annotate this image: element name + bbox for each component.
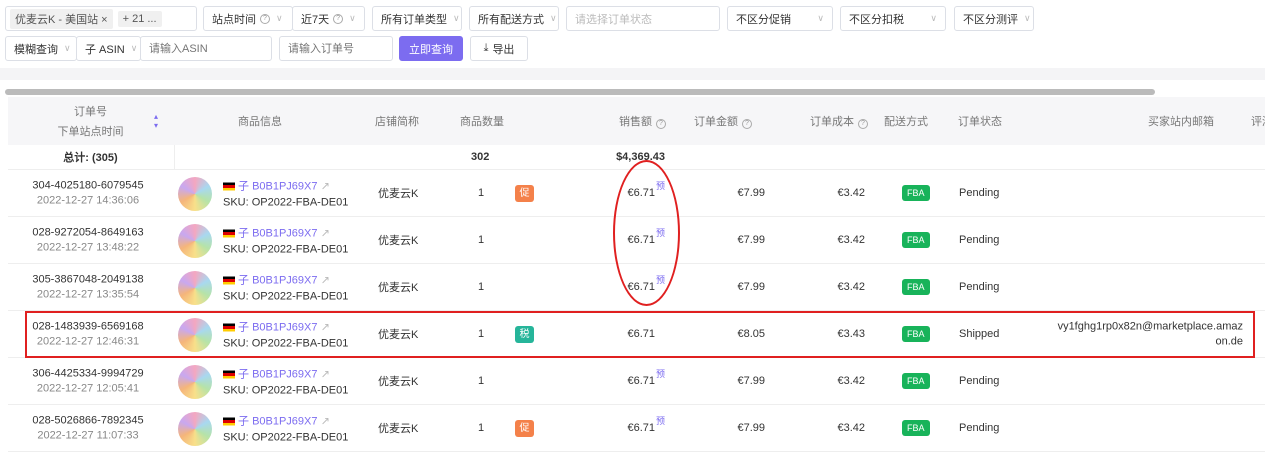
delivery-badge: FBA (902, 373, 930, 389)
order-status: Pending (959, 375, 1000, 387)
delivery-badge: FBA (902, 420, 930, 436)
germany-flag-icon (223, 182, 235, 191)
delivery-header: 配送方式 (884, 116, 928, 128)
order-status: Pending (959, 234, 1000, 246)
delivery-badge: FBA (902, 279, 930, 295)
time-type-select[interactable]: 站点时间? ∨ (203, 6, 293, 31)
delivery-badge: FBA (902, 232, 930, 248)
order-status: Pending (959, 281, 1000, 293)
help-icon: ? (858, 119, 868, 129)
estimate-marker: 预 (656, 369, 666, 379)
qty-header: 商品数量 (460, 116, 504, 128)
help-icon: ? (260, 13, 270, 24)
help-icon: ? (656, 119, 666, 129)
external-link-icon[interactable]: ↗ (321, 369, 330, 381)
product-info: 子 B0B1PJ69X7 ↗ SKU: OP2022-FBA-DE01 (223, 274, 349, 303)
germany-flag-icon (223, 417, 235, 426)
annotation-ellipse (613, 160, 680, 306)
external-link-icon[interactable]: ↗ (321, 275, 330, 287)
order-type-select[interactable]: 所有订单类型 ∨ (372, 6, 462, 31)
review-header: 评测 (1251, 116, 1265, 128)
external-link-icon[interactable]: ↗ (321, 416, 330, 428)
product-header: 商品信息 (238, 116, 282, 128)
store-tag[interactable]: 优麦云K - 美国站 × (10, 8, 113, 29)
estimate-marker: 预 (656, 416, 666, 426)
chevron-down-icon: ∨ (453, 13, 460, 23)
order-cell: 028-5026866-7892345 2022-12-27 11:07:33 (18, 415, 158, 442)
query-button[interactable]: 立即查询 (399, 36, 463, 61)
order-number-input[interactable] (279, 36, 393, 61)
asin-link[interactable]: B0B1PJ69X7 (252, 416, 317, 428)
download-icon: ⤓ (483, 42, 489, 54)
order-number[interactable]: 306-4425334-9994729 (18, 368, 158, 380)
divider (0, 68, 1265, 80)
order-status: Pending (959, 187, 1000, 199)
asin-link[interactable]: B0B1PJ69X7 (252, 275, 317, 287)
cost-header: 订单成本? (810, 113, 868, 129)
order-amount-header: 订单金额? (694, 113, 752, 129)
chevron-down-icon: ∨ (550, 13, 557, 23)
product-info: 子 B0B1PJ69X7 ↗ SKU: OP2022-FBA-DE01 (223, 227, 349, 256)
help-icon: ? (333, 13, 344, 24)
germany-flag-icon (223, 276, 235, 285)
sort-icon[interactable]: ▴ ▾ (154, 112, 158, 130)
order-cell: 306-4425334-9994729 2022-12-27 12:05:41 (18, 368, 158, 395)
help-icon: ? (742, 119, 752, 129)
germany-flag-icon (223, 229, 235, 238)
store-header: 店铺简称 (375, 116, 419, 128)
export-button[interactable]: ⤓ 导出 (470, 36, 528, 61)
tag-badge: 促 (515, 185, 534, 202)
order-number[interactable]: 304-4025180-6079545 (18, 180, 158, 192)
more-stores-tag[interactable]: + 21 ... (117, 10, 162, 27)
external-link-icon[interactable]: ↗ (321, 181, 330, 193)
sales-header: 销售额? (619, 113, 666, 129)
product-image (178, 271, 212, 305)
table-header: 订单号 下单站点时间 ▴ ▾ 商品信息 店铺简称 商品数量 销售额? 订单金额? 订… (8, 97, 1265, 145)
chevron-down-icon: ∨ (930, 13, 937, 23)
annotation-rectangle (25, 311, 1255, 358)
status-header: 订单状态 (958, 116, 1002, 128)
chevron-down-icon: ∨ (64, 43, 71, 53)
order-cell: 305-3867048-2049138 2022-12-27 13:35:54 (18, 274, 158, 301)
horizontal-scrollbar[interactable] (5, 89, 1155, 95)
chevron-down-icon: ∨ (130, 43, 138, 53)
delivery-badge: FBA (902, 185, 930, 201)
product-image (178, 365, 212, 399)
order-number[interactable]: 028-9272054-8649163 (18, 227, 158, 239)
order-status: Pending (959, 422, 1000, 434)
chevron-down-icon: ∨ (1024, 13, 1031, 23)
search-mode-select[interactable]: 模糊查询 ∨ (5, 36, 77, 61)
time-range-select[interactable]: 近7天? ∨ (292, 6, 365, 31)
asin-link[interactable]: B0B1PJ69X7 (252, 369, 317, 381)
order-cell: 028-9272054-8649163 2022-12-27 13:48:22 (18, 227, 158, 254)
germany-flag-icon (223, 370, 235, 379)
review-select[interactable]: 不区分测评 ∨ (954, 6, 1034, 31)
product-image (178, 412, 212, 446)
promo-select[interactable]: 不区分促销 ∨ (727, 6, 833, 31)
product-info: 子 B0B1PJ69X7 ↗ SKU: OP2022-FBA-DE01 (223, 180, 349, 209)
order-cell: 304-4025180-6079545 2022-12-27 14:36:06 (18, 180, 158, 207)
tax-select[interactable]: 不区分扣税 ∨ (840, 6, 946, 31)
tag-badge: 促 (515, 420, 534, 437)
product-image (178, 224, 212, 258)
chevron-down-icon: ∨ (349, 13, 356, 23)
product-info: 子 B0B1PJ69X7 ↗ SKU: OP2022-FBA-DE01 (223, 415, 349, 444)
asin-link[interactable]: B0B1PJ69X7 (252, 181, 317, 193)
product-info: 子 B0B1PJ69X7 ↗ SKU: OP2022-FBA-DE01 (223, 368, 349, 397)
store-select[interactable]: 优麦云K - 美国站 × + 21 ... (5, 6, 197, 31)
product-image (178, 177, 212, 211)
chevron-down-icon: ∨ (817, 13, 824, 23)
external-link-icon[interactable]: ↗ (321, 228, 330, 240)
order-number[interactable]: 028-5026866-7892345 (18, 415, 158, 427)
order-number[interactable]: 305-3867048-2049138 (18, 274, 158, 286)
asin-type-select[interactable]: 子 ASIN ∨ (76, 36, 141, 61)
chevron-down-icon: ∨ (276, 13, 283, 23)
asin-link[interactable]: B0B1PJ69X7 (252, 228, 317, 240)
asin-input[interactable] (140, 36, 272, 61)
order-header: 订单号 下单站点时间 (57, 106, 124, 138)
delivery-select[interactable]: 所有配送方式 ∨ (469, 6, 559, 31)
email-header: 买家站内邮箱 (1148, 116, 1214, 128)
table-row[interactable]: 306-4425334-9994729 2022-12-27 12:05:41 子… (8, 358, 1265, 405)
order-status-select[interactable]: 请选择订单状态 (566, 6, 720, 31)
